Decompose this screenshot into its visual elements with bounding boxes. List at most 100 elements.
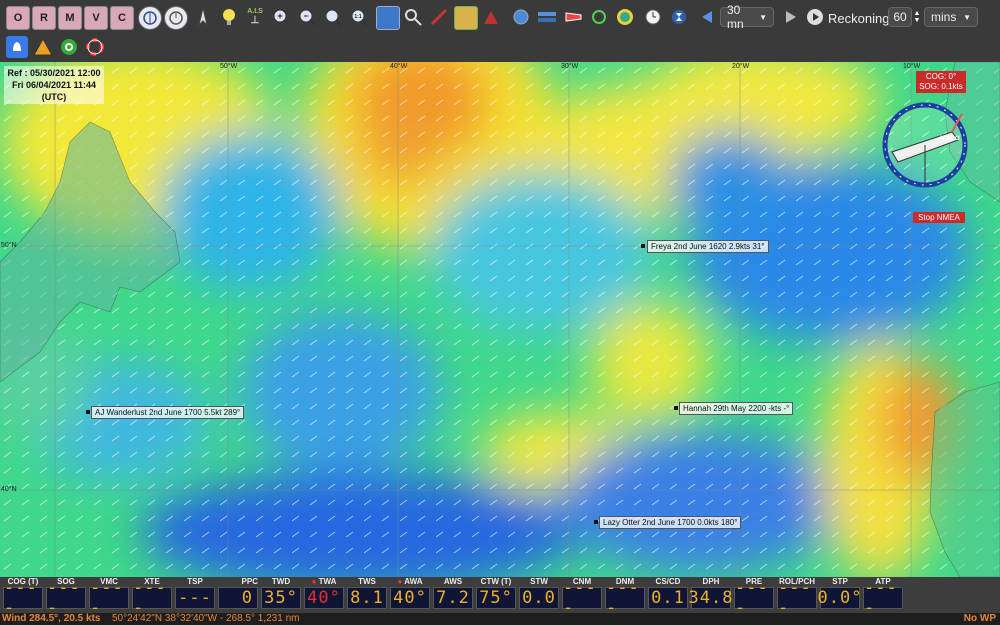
warning-icon[interactable] bbox=[32, 36, 54, 58]
reckoning-unit-select[interactable]: mins ▼ bbox=[924, 7, 978, 27]
hourglass-icon[interactable] bbox=[668, 6, 690, 28]
weather-overlay-icon[interactable] bbox=[614, 6, 636, 28]
boat-label-lazy-otter[interactable]: Lazy Otter 2nd June 1700 0.0kts 180° bbox=[599, 516, 742, 529]
instrument-value[interactable]: 0.1 bbox=[648, 587, 688, 609]
boat-label-hannah[interactable]: Hannah 29th May 2200 -kts -° bbox=[679, 402, 794, 415]
target-icon[interactable] bbox=[58, 36, 80, 58]
instrument-label-text: AWA bbox=[404, 577, 423, 586]
instrument-label: CTW (T) bbox=[480, 577, 512, 586]
ais-button[interactable]: A.I.S ⊥ bbox=[244, 6, 266, 28]
interval-select[interactable]: 30 mn ▼ bbox=[720, 3, 774, 31]
bell-icon[interactable] bbox=[6, 36, 28, 58]
toolbar-row-secondary bbox=[0, 34, 1000, 62]
instrument-label: TSP bbox=[187, 577, 203, 586]
lon-label: 20°W bbox=[732, 63, 750, 70]
instrument-value[interactable]: 0.0° bbox=[818, 587, 861, 609]
instrument-value[interactable]: ---- bbox=[863, 578, 903, 618]
zoom-out-icon[interactable]: − bbox=[296, 6, 318, 28]
instrument-value[interactable]: --- bbox=[175, 587, 215, 609]
chart-c-button[interactable]: C bbox=[110, 6, 134, 30]
clock-icon[interactable] bbox=[642, 6, 664, 28]
interval-value: 30 mn bbox=[727, 3, 744, 31]
wind-speed-overlay bbox=[0, 62, 1000, 577]
instrument-label: ● TWA bbox=[304, 577, 344, 587]
chart-r-button[interactable]: R bbox=[32, 6, 56, 30]
boat-marker[interactable] bbox=[594, 520, 598, 524]
instrument-value[interactable]: ---- bbox=[3, 578, 43, 618]
zoom-fit-icon[interactable] bbox=[322, 6, 344, 28]
boat-marker[interactable] bbox=[86, 410, 90, 414]
instrument-label: TWD bbox=[271, 577, 291, 586]
svg-text:1:1: 1:1 bbox=[354, 14, 361, 20]
lightbulb-icon[interactable] bbox=[218, 6, 240, 28]
recycle-icon[interactable] bbox=[588, 6, 610, 28]
instrument-value[interactable]: 0 bbox=[218, 587, 258, 609]
instrument-label-text: TWA bbox=[318, 577, 337, 586]
reckoning-stepper[interactable]: ▲ ▼ bbox=[912, 6, 922, 28]
windsock-icon[interactable] bbox=[562, 6, 584, 28]
reckoning-input[interactable]: 60 bbox=[888, 7, 912, 27]
boat-marker[interactable] bbox=[641, 244, 645, 248]
ais-label: A.I.S bbox=[247, 8, 263, 15]
instrument-value[interactable]: 7.2 bbox=[433, 587, 473, 609]
lifebuoy-icon[interactable] bbox=[84, 36, 106, 58]
instrument-label: AWS bbox=[443, 577, 463, 586]
zoom-in-icon[interactable]: + bbox=[270, 6, 292, 28]
boat-label-aj-wanderlust[interactable]: AJ Wanderlust 2nd June 1700 5.5kt 289° bbox=[91, 406, 245, 419]
instrument-value[interactable]: 34.8 bbox=[689, 587, 732, 609]
step-forward-icon[interactable] bbox=[780, 6, 802, 28]
chart-m-button[interactable]: M bbox=[58, 6, 82, 30]
instrument-value[interactable]: ---- bbox=[734, 578, 774, 618]
clock-dial-icon[interactable] bbox=[164, 6, 188, 30]
measure-icon[interactable] bbox=[428, 6, 450, 28]
instrument-value[interactable]: 40° bbox=[390, 587, 430, 609]
instrument-value[interactable]: ---- bbox=[46, 578, 86, 618]
zoom-1to1-icon[interactable]: 1:1 bbox=[348, 6, 370, 28]
timezone-label: (UTC) bbox=[41, 92, 67, 102]
boat-label-freya[interactable]: Freya 2nd June 1620 2.9kts 31° bbox=[647, 240, 769, 253]
sog-readout: SOG: 0.1kts bbox=[919, 82, 963, 91]
chart-v-button[interactable]: V bbox=[84, 6, 108, 30]
lon-label: 50°W bbox=[220, 63, 238, 70]
toolbar: O R M V C A.I.S ⊥ + − 1:1 30 mn ▼ Reckonin… bbox=[0, 0, 1000, 63]
chart-o-button[interactable]: O bbox=[6, 6, 30, 30]
instrument-value[interactable]: 0.0 bbox=[519, 587, 559, 609]
cursor-position-readout: 50°24'42"N 38°32'40"W - 268.5° 1,231 nm bbox=[112, 613, 300, 624]
instrument-value[interactable]: 75° bbox=[476, 587, 516, 609]
route-icon[interactable] bbox=[480, 6, 502, 28]
instrument-value[interactable]: ---- bbox=[562, 578, 602, 618]
boat-compass-icon[interactable] bbox=[882, 102, 968, 188]
wind-chart-map[interactable]: 50°W 40°W 30°W 20°W 10°W 50°N 40°N Freya… bbox=[0, 62, 1000, 577]
search-icon[interactable] bbox=[402, 6, 424, 28]
chart-frame-icon[interactable] bbox=[376, 6, 400, 30]
alarm-dot-icon: ● bbox=[311, 577, 319, 586]
north-arrow-icon[interactable] bbox=[192, 6, 214, 28]
instrument-value[interactable]: ---- bbox=[132, 578, 172, 618]
instrument-value[interactable]: 40° bbox=[304, 587, 344, 609]
instrument-value[interactable]: 35° bbox=[261, 587, 301, 609]
instrument-value[interactable]: ---- bbox=[89, 578, 129, 618]
boat-name: MISAO bbox=[940, 136, 960, 142]
instrument-value[interactable]: 8.1 bbox=[347, 587, 387, 609]
boat-marker[interactable] bbox=[674, 406, 678, 410]
lon-label: 30°W bbox=[561, 63, 579, 70]
instrument-panel: COG (T) ---- SOG ---- VMC ---- XTE ---- … bbox=[0, 577, 1000, 618]
instrument-label: PPC bbox=[241, 577, 258, 586]
compass-icon[interactable] bbox=[138, 6, 162, 30]
lat-label: 50°N bbox=[1, 242, 17, 249]
instrument-label: STW bbox=[530, 577, 548, 586]
play-icon[interactable] bbox=[804, 6, 826, 28]
toolbar-row-main: O R M V C A.I.S ⊥ + − 1:1 30 mn ▼ Reckonin… bbox=[0, 2, 1000, 32]
tide-station-icon[interactable] bbox=[454, 6, 478, 30]
instrument-label: TWS bbox=[358, 577, 376, 586]
ais-antenna-icon: ⊥ bbox=[250, 15, 260, 26]
step-back-icon[interactable] bbox=[696, 6, 718, 28]
instrument-value[interactable]: ---- bbox=[777, 578, 817, 618]
instrument-value[interactable]: ---- bbox=[605, 578, 645, 618]
reckoning-unit-value: mins bbox=[931, 10, 957, 24]
reference-time-box: Ref : 05/30/2021 12:00 Fri 06/04/2021 11… bbox=[4, 66, 104, 104]
layers-icon[interactable] bbox=[536, 6, 558, 28]
stop-nmea-button[interactable]: Stop NMEA bbox=[913, 212, 965, 223]
instrument-label: DPH bbox=[702, 577, 720, 586]
globe-icon[interactable] bbox=[510, 6, 532, 28]
